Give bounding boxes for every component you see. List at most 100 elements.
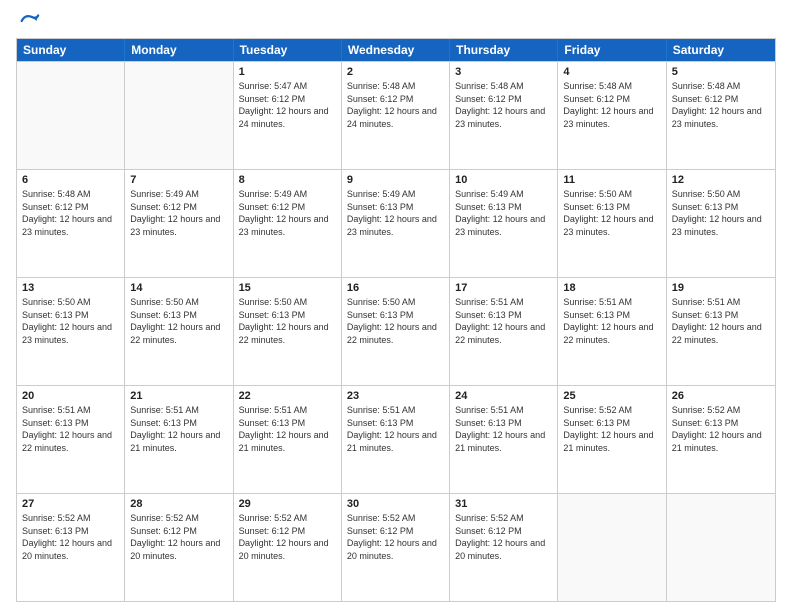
day-number: 19 bbox=[672, 281, 770, 296]
cell-details: Sunrise: 5:51 AM Sunset: 6:13 PM Dayligh… bbox=[455, 405, 545, 453]
day-number: 31 bbox=[455, 497, 552, 512]
page: SundayMondayTuesdayWednesdayThursdayFrid… bbox=[0, 0, 792, 612]
logo bbox=[16, 10, 40, 32]
cell-details: Sunrise: 5:48 AM Sunset: 6:12 PM Dayligh… bbox=[563, 81, 653, 129]
cell-details: Sunrise: 5:47 AM Sunset: 6:12 PM Dayligh… bbox=[239, 81, 329, 129]
day-number: 4 bbox=[563, 65, 660, 80]
cell-details: Sunrise: 5:51 AM Sunset: 6:13 PM Dayligh… bbox=[455, 297, 545, 345]
day-number: 11 bbox=[563, 173, 660, 188]
calendar-day-10: 10Sunrise: 5:49 AM Sunset: 6:13 PM Dayli… bbox=[450, 170, 558, 277]
day-number: 3 bbox=[455, 65, 552, 80]
calendar-day-9: 9Sunrise: 5:49 AM Sunset: 6:13 PM Daylig… bbox=[342, 170, 450, 277]
day-number: 12 bbox=[672, 173, 770, 188]
calendar-day-30: 30Sunrise: 5:52 AM Sunset: 6:12 PM Dayli… bbox=[342, 494, 450, 601]
day-number: 26 bbox=[672, 389, 770, 404]
cell-details: Sunrise: 5:49 AM Sunset: 6:13 PM Dayligh… bbox=[455, 189, 545, 237]
calendar-day-22: 22Sunrise: 5:51 AM Sunset: 6:13 PM Dayli… bbox=[234, 386, 342, 493]
day-number: 5 bbox=[672, 65, 770, 80]
calendar-day-6: 6Sunrise: 5:48 AM Sunset: 6:12 PM Daylig… bbox=[17, 170, 125, 277]
day-number: 27 bbox=[22, 497, 119, 512]
header-day-monday: Monday bbox=[125, 39, 233, 61]
cell-details: Sunrise: 5:48 AM Sunset: 6:12 PM Dayligh… bbox=[347, 81, 437, 129]
cell-details: Sunrise: 5:48 AM Sunset: 6:12 PM Dayligh… bbox=[22, 189, 112, 237]
day-number: 24 bbox=[455, 389, 552, 404]
day-number: 18 bbox=[563, 281, 660, 296]
calendar-empty-cell bbox=[17, 62, 125, 169]
calendar-week-1: 6Sunrise: 5:48 AM Sunset: 6:12 PM Daylig… bbox=[17, 169, 775, 277]
calendar-day-3: 3Sunrise: 5:48 AM Sunset: 6:12 PM Daylig… bbox=[450, 62, 558, 169]
cell-details: Sunrise: 5:52 AM Sunset: 6:13 PM Dayligh… bbox=[563, 405, 653, 453]
header-day-wednesday: Wednesday bbox=[342, 39, 450, 61]
calendar-day-28: 28Sunrise: 5:52 AM Sunset: 6:12 PM Dayli… bbox=[125, 494, 233, 601]
calendar-empty-cell bbox=[558, 494, 666, 601]
day-number: 22 bbox=[239, 389, 336, 404]
cell-details: Sunrise: 5:48 AM Sunset: 6:12 PM Dayligh… bbox=[455, 81, 545, 129]
day-number: 29 bbox=[239, 497, 336, 512]
header-day-friday: Friday bbox=[558, 39, 666, 61]
header-day-saturday: Saturday bbox=[667, 39, 775, 61]
calendar-day-2: 2Sunrise: 5:48 AM Sunset: 6:12 PM Daylig… bbox=[342, 62, 450, 169]
day-number: 6 bbox=[22, 173, 119, 188]
calendar-day-13: 13Sunrise: 5:50 AM Sunset: 6:13 PM Dayli… bbox=[17, 278, 125, 385]
cell-details: Sunrise: 5:51 AM Sunset: 6:13 PM Dayligh… bbox=[22, 405, 112, 453]
logo-icon bbox=[18, 10, 40, 32]
day-number: 1 bbox=[239, 65, 336, 80]
day-number: 16 bbox=[347, 281, 444, 296]
cell-details: Sunrise: 5:52 AM Sunset: 6:12 PM Dayligh… bbox=[239, 513, 329, 561]
calendar-day-19: 19Sunrise: 5:51 AM Sunset: 6:13 PM Dayli… bbox=[667, 278, 775, 385]
cell-details: Sunrise: 5:51 AM Sunset: 6:13 PM Dayligh… bbox=[347, 405, 437, 453]
header-day-thursday: Thursday bbox=[450, 39, 558, 61]
cell-details: Sunrise: 5:52 AM Sunset: 6:13 PM Dayligh… bbox=[672, 405, 762, 453]
calendar-day-24: 24Sunrise: 5:51 AM Sunset: 6:13 PM Dayli… bbox=[450, 386, 558, 493]
calendar-day-26: 26Sunrise: 5:52 AM Sunset: 6:13 PM Dayli… bbox=[667, 386, 775, 493]
day-number: 30 bbox=[347, 497, 444, 512]
calendar: SundayMondayTuesdayWednesdayThursdayFrid… bbox=[16, 38, 776, 602]
calendar-day-25: 25Sunrise: 5:52 AM Sunset: 6:13 PM Dayli… bbox=[558, 386, 666, 493]
cell-details: Sunrise: 5:50 AM Sunset: 6:13 PM Dayligh… bbox=[130, 297, 220, 345]
header-day-sunday: Sunday bbox=[17, 39, 125, 61]
cell-details: Sunrise: 5:52 AM Sunset: 6:12 PM Dayligh… bbox=[130, 513, 220, 561]
cell-details: Sunrise: 5:50 AM Sunset: 6:13 PM Dayligh… bbox=[239, 297, 329, 345]
calendar-day-18: 18Sunrise: 5:51 AM Sunset: 6:13 PM Dayli… bbox=[558, 278, 666, 385]
cell-details: Sunrise: 5:50 AM Sunset: 6:13 PM Dayligh… bbox=[672, 189, 762, 237]
cell-details: Sunrise: 5:51 AM Sunset: 6:13 PM Dayligh… bbox=[239, 405, 329, 453]
day-number: 8 bbox=[239, 173, 336, 188]
calendar-header-row: SundayMondayTuesdayWednesdayThursdayFrid… bbox=[17, 39, 775, 61]
cell-details: Sunrise: 5:52 AM Sunset: 6:12 PM Dayligh… bbox=[347, 513, 437, 561]
calendar-day-5: 5Sunrise: 5:48 AM Sunset: 6:12 PM Daylig… bbox=[667, 62, 775, 169]
calendar-empty-cell bbox=[667, 494, 775, 601]
day-number: 25 bbox=[563, 389, 660, 404]
day-number: 28 bbox=[130, 497, 227, 512]
calendar-day-29: 29Sunrise: 5:52 AM Sunset: 6:12 PM Dayli… bbox=[234, 494, 342, 601]
calendar-day-27: 27Sunrise: 5:52 AM Sunset: 6:13 PM Dayli… bbox=[17, 494, 125, 601]
cell-details: Sunrise: 5:52 AM Sunset: 6:12 PM Dayligh… bbox=[455, 513, 545, 561]
calendar-day-7: 7Sunrise: 5:49 AM Sunset: 6:12 PM Daylig… bbox=[125, 170, 233, 277]
calendar-day-11: 11Sunrise: 5:50 AM Sunset: 6:13 PM Dayli… bbox=[558, 170, 666, 277]
calendar-day-17: 17Sunrise: 5:51 AM Sunset: 6:13 PM Dayli… bbox=[450, 278, 558, 385]
calendar-week-2: 13 Sunrise: 5:50 AM Sunset: 6:13 PM Dayli… bbox=[17, 277, 775, 385]
calendar-day-23: 23Sunrise: 5:51 AM Sunset: 6:13 PM Dayli… bbox=[342, 386, 450, 493]
cell-details: Sunrise: 5:50 AM Sunset: 6:13 PM Dayligh… bbox=[347, 297, 437, 345]
calendar-day-4: 4Sunrise: 5:48 AM Sunset: 6:12 PM Daylig… bbox=[558, 62, 666, 169]
day-number: 15 bbox=[239, 281, 336, 296]
day-number: 10 bbox=[455, 173, 552, 188]
header bbox=[16, 10, 776, 32]
calendar-day-8: 8Sunrise: 5:49 AM Sunset: 6:12 PM Daylig… bbox=[234, 170, 342, 277]
calendar-week-4: 27Sunrise: 5:52 AM Sunset: 6:13 PM Dayli… bbox=[17, 493, 775, 601]
calendar-empty-cell bbox=[125, 62, 233, 169]
cell-details: Sunrise: 5:51 AM Sunset: 6:13 PM Dayligh… bbox=[130, 405, 220, 453]
day-number: 13 bbox=[22, 281, 119, 296]
cell-details: Sunrise: 5:51 AM Sunset: 6:13 PM Dayligh… bbox=[563, 297, 653, 345]
cell-details: Sunrise: 5:49 AM Sunset: 6:12 PM Dayligh… bbox=[239, 189, 329, 237]
calendar-day-14: 14Sunrise: 5:50 AM Sunset: 6:13 PM Dayli… bbox=[125, 278, 233, 385]
cell-details: Sunrise: 5:49 AM Sunset: 6:13 PM Dayligh… bbox=[347, 189, 437, 237]
day-number: 20 bbox=[22, 389, 119, 404]
day-number: 21 bbox=[130, 389, 227, 404]
calendar-day-20: 20Sunrise: 5:51 AM Sunset: 6:13 PM Dayli… bbox=[17, 386, 125, 493]
calendar-day-21: 21Sunrise: 5:51 AM Sunset: 6:13 PM Dayli… bbox=[125, 386, 233, 493]
calendar-day-12: 12Sunrise: 5:50 AM Sunset: 6:13 PM Dayli… bbox=[667, 170, 775, 277]
cell-details: Sunrise: 5:50 AM Sunset: 6:13 PM Dayligh… bbox=[563, 189, 653, 237]
day-number: 17 bbox=[455, 281, 552, 296]
cell-details: Sunrise: 5:48 AM Sunset: 6:12 PM Dayligh… bbox=[672, 81, 762, 129]
cell-details: Sunrise: 5:52 AM Sunset: 6:13 PM Dayligh… bbox=[22, 513, 112, 561]
